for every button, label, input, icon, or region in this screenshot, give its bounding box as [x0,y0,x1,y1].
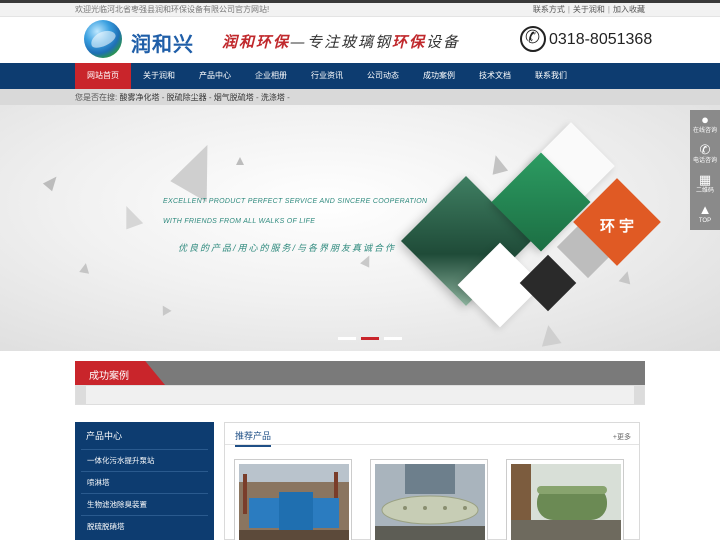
hint-separator: - [161,93,165,102]
sidebar-item-spray-tower[interactable]: 喷淋塔 [81,471,208,492]
hero-banner[interactable]: 环宇 EXCELLENT PRODUCT PERFECT SERVICE AND… [0,105,720,351]
back-to-top-button[interactable]: ▲ TOP [690,203,720,225]
floating-service-bar: ● 在线咨询 ✆ 电话咨询 ▦ 二维码 ▲ TOP [690,110,720,230]
product-photo [375,464,485,540]
cases-next-arrow[interactable] [634,386,644,404]
banner-shard [487,153,509,175]
qrcode-button[interactable]: ▦ 二维码 [690,173,720,195]
banner-shard [118,202,144,230]
product-card-3[interactable] [506,459,624,540]
main-nav: 网站首页 关于润和 产品中心 企业相册 行业资讯 公司动态 成功案例 技术文档 … [0,63,720,89]
product-card-1[interactable] [234,459,352,540]
phone-consult-button[interactable]: ✆ 电话咨询 [690,143,720,165]
sidebar-item-desulfurization[interactable]: 脱硫脱硝塔 [81,515,208,536]
back-to-top-label: TOP [698,218,712,224]
cases-carousel [75,385,645,405]
search-hint: 您是否在搜: 酸雾净化塔 - 脱硫除尘器 - 烟气脱硫塔 - 洗涤塔 - [75,92,290,103]
hint-link-flue-gas[interactable]: 烟气脱硫塔 [214,93,254,102]
product-image-3 [511,464,621,540]
nav-industry-news[interactable]: 行业资讯 [299,63,355,89]
nav-docs[interactable]: 技术文档 [467,63,523,89]
online-consult-label: 在线咨询 [692,128,717,134]
sidebar-item-pump-station[interactable]: 一体化污水提升泵站 [81,449,208,470]
product-image-1 [239,464,349,540]
more-link[interactable]: +更多 [613,432,631,442]
product-photo [511,464,621,540]
nav-home[interactable]: 网站首页 [75,63,131,89]
site-header: 润和兴 润和环保—专注玻璃钢环保设备 0318-8051368 [0,17,720,63]
slogan-highlight: 环保 [392,33,427,51]
product-photo [239,464,349,540]
banner-english-line-1: EXCELLENT PRODUCT PERFECT SERVICE AND SI… [163,198,428,205]
banner-shard [170,137,232,203]
products-header: 推荐产品 +更多 [225,423,639,447]
banner-shard [158,303,172,316]
about-link[interactable]: 关于润和 [573,5,605,14]
search-hint-prefix: 您是否在搜: [75,93,118,102]
phone-icon [520,26,546,52]
qrcode-label: 二维码 [695,188,714,194]
product-sidebar: 产品中心 一体化污水提升泵站 喷淋塔 生物滤池除臭装置 脱硫脱硝塔 [75,422,214,540]
banner-chinese-line: 优良的产品/用心的服务/与各界朋友真诚合作 [178,243,397,253]
cases-title: 成功案例 [89,371,129,382]
nav-contact[interactable]: 联系我们 [523,63,579,89]
logo-leaf-shape [88,27,118,51]
hint-separator: - [255,93,259,102]
banner-shard [538,323,562,347]
hotline-number: 0318-8051368 [549,31,653,48]
hint-link-scrubber[interactable]: 洗涤塔 [261,93,285,102]
banner-shard [618,269,634,285]
nav-cases[interactable]: 成功案例 [411,63,467,89]
slogan-middle: —专注玻璃钢 [290,33,393,51]
top-links: 联系方式 | 关于润和 | 加入收藏 [533,4,645,15]
slogan-end: 设备 [426,33,461,51]
search-hint-bar: 您是否在搜: 酸雾净化塔 - 脱硫除尘器 - 烟气脱硫塔 - 洗涤塔 - [0,89,720,105]
bookmark-link[interactable]: 加入收藏 [613,5,645,14]
nav-products[interactable]: 产品中心 [187,63,243,89]
cases-tab[interactable]: 成功案例 [75,361,165,385]
top-arrow-icon: ▲ [698,202,712,217]
slide-dot-1[interactable] [338,337,356,340]
products-title: 推荐产品 [235,429,272,447]
welcome-text: 欢迎光临河北省枣强县润和环保设备有限公司官方网站! [75,5,270,14]
link-separator: | [567,5,570,14]
hint-link-acid-mist[interactable]: 酸雾净化塔 [119,93,159,102]
slide-dot-2[interactable] [361,337,379,340]
banner-diamond [519,254,577,312]
phone-consult-label: 电话咨询 [692,158,717,164]
qq-icon: ● [701,112,709,127]
sidebar-item-biofilter[interactable]: 生物滤池除臭装置 [81,493,208,514]
hint-separator: - [208,93,212,102]
sidebar-title: 产品中心 [86,431,123,441]
cases-prev-arrow[interactable] [76,386,86,404]
header-slogan: 润和环保—专注玻璃钢环保设备 [222,31,460,52]
nav-album[interactable]: 企业相册 [243,63,299,89]
cases-section-header: 成功案例 [75,361,645,385]
nav-about[interactable]: 关于润和 [131,63,187,89]
banner-english-line-2: WITH FRIENDS FROM ALL WALKS OF LIFE [163,218,316,225]
qrcode-icon: ▦ [698,172,712,187]
nav-company-news[interactable]: 公司动态 [355,63,411,89]
recommended-products: 推荐产品 +更多 [224,422,640,540]
product-card-2[interactable] [370,459,488,540]
slide-dot-3[interactable] [384,337,402,340]
slogan-brand: 润和环保 [222,33,291,51]
hint-separator: - [287,93,290,102]
hint-link-desulfurization[interactable]: 脱硫除尘器 [167,93,207,102]
banner-shard [236,157,244,165]
logo-icon[interactable] [84,20,122,58]
banner-shard [79,262,91,274]
phone-icon: ✆ [699,142,711,157]
brand-name[interactable]: 润和兴 [131,28,194,57]
top-info-bar: 欢迎光临河北省枣强县润和环保设备有限公司官方网站! 联系方式 | 关于润和 | 加入收藏 [0,3,720,17]
banner-shard [360,253,374,268]
banner-shard [42,172,62,192]
link-separator: | [607,5,610,14]
contact-link[interactable]: 联系方式 [533,5,565,14]
online-consult-button[interactable]: ● 在线咨询 [690,113,720,135]
banner-badge-text: 环宇 [600,218,639,235]
product-image-2 [375,464,485,540]
